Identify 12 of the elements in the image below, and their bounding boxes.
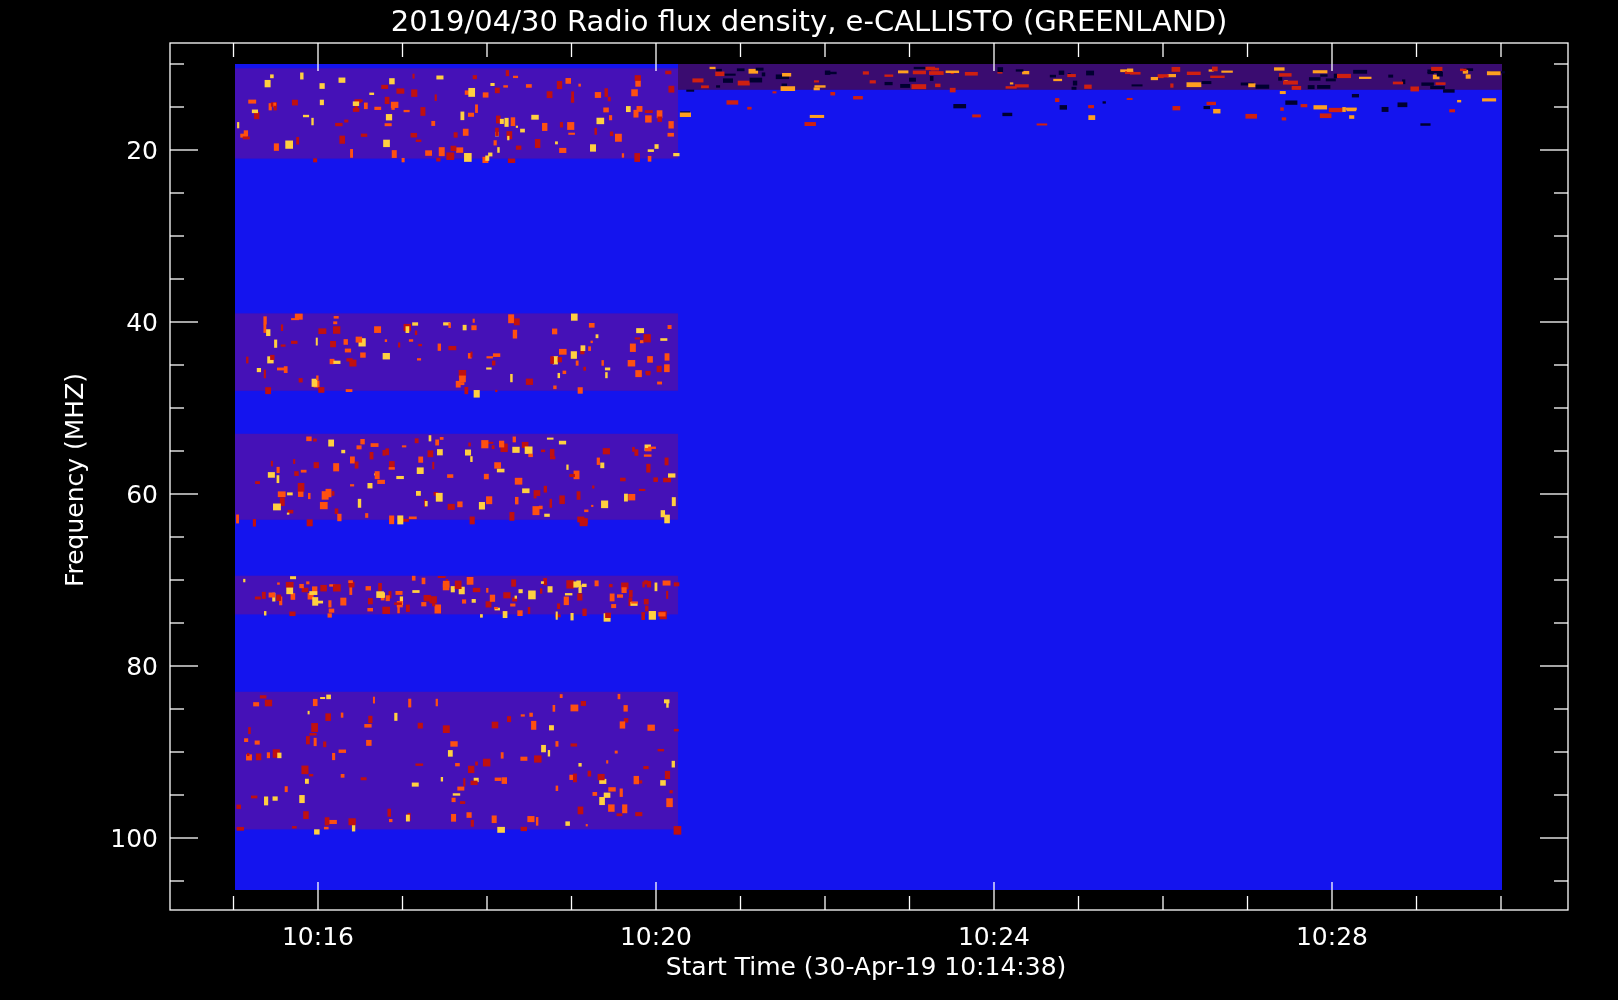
tick-label: 10:28 [1296, 922, 1368, 951]
tick-label: 40 [126, 308, 158, 337]
tick-label: 80 [126, 652, 158, 681]
tick-label: 20 [126, 136, 158, 165]
axis-title: Frequency (MHZ) [60, 372, 89, 588]
tick-label: 10:16 [282, 922, 354, 951]
tick-label: 10:20 [620, 922, 692, 951]
tick-label: 10:24 [958, 922, 1030, 951]
tick-label: 100 [110, 824, 158, 853]
tick-label: 60 [126, 480, 158, 509]
axis-title: Start Time (30-Apr-19 10:14:38) [665, 952, 1067, 981]
chart-title: 2019/04/30 Radio flux density, e-CALLISTO (GREENLAND) [390, 4, 1228, 38]
